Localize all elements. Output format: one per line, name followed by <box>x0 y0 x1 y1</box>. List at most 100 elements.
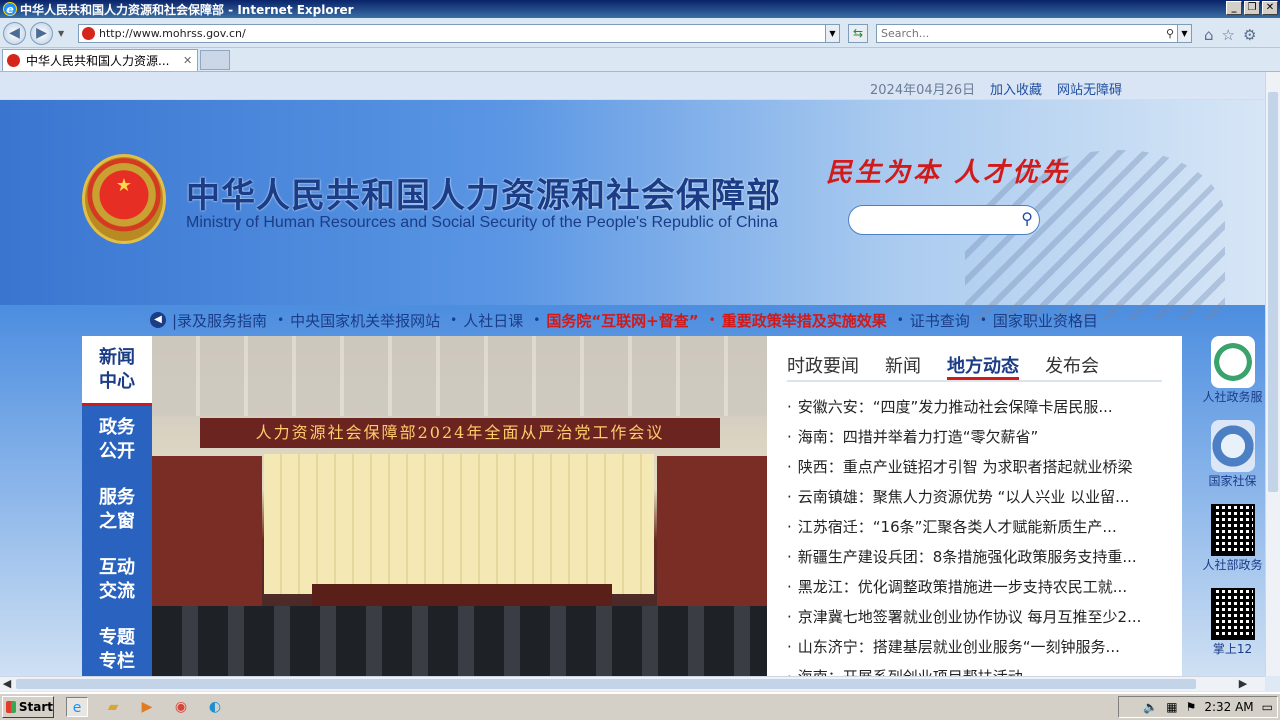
favorites-star-icon[interactable]: ☆ <box>1222 26 1235 44</box>
news-item[interactable]: 京津冀七地签署就业创业协作协议 每月互推至少2... <box>787 602 1167 632</box>
horizontal-scrollbar[interactable]: ◀ ▶ <box>0 676 1265 691</box>
scroll-right-arrow-icon[interactable]: ▶ <box>1236 677 1250 691</box>
ie-taskbar-icon[interactable]: e <box>66 697 88 717</box>
tab-favicon-icon <box>7 54 20 67</box>
marquee-link[interactable]: 人社日课 <box>463 310 523 331</box>
tab-mohrss[interactable]: 中华人民共和国人力资源... ✕ <box>2 49 198 71</box>
current-date: 2024年04月26日 <box>870 83 976 98</box>
nav-special-topics[interactable]: 专题 专栏 <box>82 616 152 676</box>
tab-politics-news[interactable]: 时政要闻 <box>787 352 859 380</box>
explorer-folder-icon[interactable]: ▰ <box>102 697 124 717</box>
flag-icon[interactable]: ⚑ <box>1186 700 1197 714</box>
news-item[interactable]: 海南：开展系列创业项目帮扶活动 <box>787 662 1167 676</box>
news-item[interactable]: 海南：四措并举着力打造“零欠薪省” <box>787 422 1167 452</box>
social-security-logo-icon <box>1210 420 1255 472</box>
national-emblem-icon: ★ <box>82 154 166 244</box>
news-item[interactable]: 黑龙江：优化调整政策措施进一步支持农民工就... <box>787 572 1167 602</box>
widget-12333[interactable]: 人社政务服 <box>1200 336 1265 405</box>
nav-gov-affairs[interactable]: 政务 公开 <box>82 406 152 476</box>
taskbar: Start e ▰ ▶ ◉ ◐ 🔈 ▦ ⚑ 2:32 AM ▭ <box>0 692 1280 720</box>
marquee-link[interactable]: 国家职业资格目 <box>993 310 1098 331</box>
windows-logo-icon <box>6 701 16 713</box>
start-button[interactable]: Start <box>2 696 54 718</box>
accessibility-link[interactable]: 网站无障碍 <box>1057 79 1122 98</box>
system-tray: 🔈 ▦ ⚑ 2:32 AM ▭ <box>1118 696 1278 718</box>
media-player-icon[interactable]: ▶ <box>136 697 158 717</box>
browser-search-input[interactable] <box>877 27 1163 40</box>
left-navigation: 新闻 中心 政务 公开 服务 之窗 互动 交流 专题 专栏 <box>82 336 152 676</box>
edge-icon[interactable]: ◐ <box>204 697 226 717</box>
chrome-icon[interactable]: ◉ <box>170 697 192 717</box>
search-dropdown-icon[interactable]: ▼ <box>1177 25 1191 42</box>
maximize-button[interactable]: ❐ <box>1244 1 1260 15</box>
marquee-link[interactable]: |录及服务指南 <box>172 310 267 331</box>
minimize-button[interactable]: _ <box>1226 1 1242 15</box>
search-icon[interactable]: ⚲ <box>1163 27 1177 40</box>
widget-mobile-12333[interactable]: 掌上12 <box>1200 588 1265 657</box>
widget-gov-wechat[interactable]: 人社部政务 <box>1200 504 1265 573</box>
vertical-scrollbar[interactable] <box>1265 72 1280 676</box>
back-arrow-icon[interactable]: ◀ <box>3 22 26 45</box>
news-panel: 时政要闻 新闻 地方动态 发布会 安徽六安：“四度”发力推动社会保障卡居民服..… <box>767 336 1182 676</box>
address-field[interactable]: ▼ <box>78 24 840 43</box>
window-titlebar: e 中华人民共和国人力资源和社会保障部 - Internet Explorer … <box>0 0 1280 18</box>
url-input[interactable] <box>99 27 825 40</box>
marquee-link[interactable]: 中央国家机关举报网站 <box>290 310 440 331</box>
new-tab-button[interactable] <box>200 50 230 70</box>
widget-social-security[interactable]: 国家社保 <box>1200 420 1265 489</box>
qr-code-icon <box>1210 504 1255 556</box>
top-utility-strip: 2024年04月26日 加入收藏 网站无障碍 <box>0 72 1265 100</box>
tab-title: 中华人民共和国人力资源... <box>26 54 170 68</box>
show-desktop-icon[interactable]: ▭ <box>1262 700 1273 714</box>
clock[interactable]: 2:32 AM <box>1204 700 1253 714</box>
tab-bar: 中华人民共和国人力资源... ✕ <box>0 48 1280 72</box>
network-icon[interactable]: ▦ <box>1166 700 1177 714</box>
ie-logo-icon: e <box>3 2 17 16</box>
marquee-link[interactable]: 重要政策举措及实施效果 <box>722 310 887 331</box>
volume-icon[interactable]: 🔈 <box>1143 700 1158 714</box>
refresh-icon[interactable]: ⇆ <box>848 24 868 43</box>
marquee-link[interactable]: 国务院“互联网+督查” <box>546 310 698 331</box>
slogan: 民生为本 人才优先 <box>826 158 1071 188</box>
home-icon[interactable]: ⌂ <box>1204 26 1214 44</box>
site-favicon-icon <box>82 27 95 40</box>
site-search-box[interactable]: ⚲ <box>848 205 1040 235</box>
featured-photo[interactable]: 人力资源社会保障部2024年全面从严治党工作会议 <box>152 336 767 676</box>
news-item[interactable]: 江苏宿迁：“16条”汇聚各类人才赋能新质生产... <box>787 512 1167 542</box>
news-item[interactable]: 山东济宁：搭建基层就业创业服务“一刻钟服务... <box>787 632 1167 662</box>
ministry-title-en: Ministry of Human Resources and Social S… <box>186 214 778 231</box>
ministry-title-cn: 中华人民共和国人力资源和社会保障部 <box>186 176 781 216</box>
tab-news[interactable]: 新闻 <box>885 352 921 380</box>
news-item[interactable]: 陕西：重点产业链招才引智 为求职者搭起就业桥梁 <box>787 452 1167 482</box>
site-search-input[interactable] <box>859 211 1009 229</box>
forward-arrow-icon[interactable]: ▶ <box>30 22 53 45</box>
news-list: 安徽六安：“四度”发力推动社会保障卡居民服... 海南：四措并举着力打造“零欠薪… <box>787 392 1167 676</box>
address-toolbar: ◀ ▶ ▼ ▼ ⇆ ⚲ ▼ ⌂ ☆ ⚙ <box>0 18 1280 48</box>
close-button[interactable]: ✕ <box>1262 1 1278 15</box>
link-marquee: ◀ |录及服务指南 • 中央国家机关举报网站 • 人社日课 • 国务院“互联网+… <box>150 308 1160 332</box>
scroll-left-arrow-icon[interactable]: ◀ <box>0 677 14 691</box>
nav-news-center[interactable]: 新闻 中心 <box>82 336 152 406</box>
nav-service-window[interactable]: 服务 之窗 <box>82 476 152 546</box>
nav-interaction[interactable]: 互动 交流 <box>82 546 152 616</box>
qr-code-icon <box>1210 588 1255 640</box>
tab-press-conference[interactable]: 发布会 <box>1045 352 1099 380</box>
close-tab-icon[interactable]: ✕ <box>183 54 197 67</box>
photo-banner-text: 人力资源社会保障部2024年全面从严治党工作会议 <box>200 418 720 448</box>
tab-local-news[interactable]: 地方动态 <box>947 352 1019 380</box>
news-item[interactable]: 安徽六安：“四度”发力推动社会保障卡居民服... <box>787 392 1167 422</box>
page-viewport: 2024年04月26日 加入收藏 网站无障碍 ★ 中华人民共和国人力资源和社会保… <box>0 72 1265 676</box>
12333-logo-icon <box>1210 336 1255 388</box>
gear-icon[interactable]: ⚙ <box>1243 26 1256 44</box>
history-dropdown-icon[interactable]: ▼ <box>58 29 64 38</box>
news-tab-strip: 时政要闻 新闻 地方动态 发布会 <box>787 352 1162 382</box>
window-title: 中华人民共和国人力资源和社会保障部 - Internet Explorer <box>20 2 354 17</box>
site-search-icon[interactable]: ⚲ <box>1021 209 1033 228</box>
marquee-link[interactable]: 证书查询 <box>910 310 970 331</box>
marquee-left-arrow-icon[interactable]: ◀ <box>150 312 166 328</box>
news-item[interactable]: 云南镇雄：聚焦人力资源优势 “以人兴业 以业留... <box>787 482 1167 512</box>
news-item[interactable]: 新疆生产建设兵团：8条措施强化政策服务支持重... <box>787 542 1167 572</box>
url-dropdown-icon[interactable]: ▼ <box>825 25 839 42</box>
add-favorite-link[interactable]: 加入收藏 <box>990 79 1042 98</box>
browser-search-field[interactable]: ⚲ ▼ <box>876 24 1192 43</box>
